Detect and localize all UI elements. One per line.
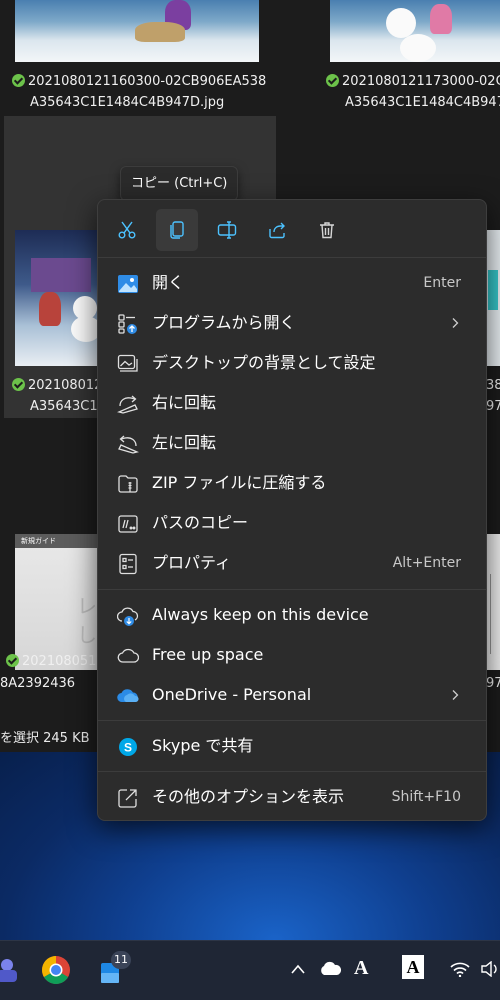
- skype-icon: S: [117, 736, 139, 758]
- chevron-right-icon: [452, 690, 459, 700]
- menu-item-rotate-right[interactable]: 右に回転: [103, 384, 481, 422]
- menu-item-properties[interactable]: プロパティ Alt+Enter: [103, 544, 481, 582]
- context-menu: 開く Enter プログラムから開く デスクトップの背景として設定 右に回転 左…: [97, 199, 487, 821]
- menu-separator: [98, 771, 486, 772]
- notification-badge: 11: [111, 951, 131, 969]
- file-name[interactable]: 38: [486, 652, 500, 671]
- properties-icon: [117, 553, 139, 575]
- sync-check-icon: [12, 378, 25, 391]
- zip-folder-icon: [117, 473, 139, 495]
- menu-item-onedrive[interactable]: OneDrive - Personal: [103, 676, 481, 714]
- speaker-icon[interactable]: [480, 960, 500, 981]
- file-name-line2: A35643C1: [30, 399, 98, 414]
- thumbnail-image[interactable]: [330, 0, 500, 62]
- menu-item-set-background[interactable]: デスクトップの背景として設定: [103, 344, 481, 382]
- share-icon: [269, 222, 285, 239]
- chevron-up-icon[interactable]: [290, 961, 306, 980]
- open-with-icon: [117, 313, 139, 335]
- scissors-icon: [118, 221, 136, 239]
- rename-icon: [217, 221, 237, 239]
- chrome-icon[interactable]: [41, 955, 71, 985]
- file-name[interactable]: 38: [486, 376, 500, 395]
- copy-path-icon: [117, 513, 139, 535]
- onedrive-cloud-icon[interactable]: [318, 961, 342, 981]
- thumbnail-image[interactable]: 新規ガイド レし: [15, 534, 105, 670]
- status-bar-text: を選択 245 KB: [0, 731, 90, 746]
- sync-check-icon: [326, 74, 339, 87]
- more-options-icon: [117, 787, 139, 809]
- delete-button[interactable]: [306, 209, 348, 251]
- rotate-left-icon: [117, 433, 140, 455]
- rotate-right-icon: [116, 393, 139, 415]
- adobe-app-icon[interactable]: A: [402, 955, 424, 979]
- doc-header: 新規ガイド: [15, 534, 105, 548]
- sync-check-icon: [6, 654, 19, 667]
- sync-check-icon: [12, 74, 25, 87]
- onedrive-icon: [117, 685, 139, 707]
- menu-item-copy-path[interactable]: パスのコピー: [103, 504, 481, 542]
- quick-actions-bar: [98, 200, 486, 258]
- cloud-download-icon: [116, 605, 139, 627]
- rename-button[interactable]: [206, 209, 248, 251]
- copy-button[interactable]: [156, 209, 198, 251]
- svg-text:S: S: [124, 741, 132, 755]
- share-button[interactable]: [256, 209, 298, 251]
- cut-button[interactable]: [106, 209, 148, 251]
- menu-item-free-up-space[interactable]: Free up space: [103, 636, 481, 674]
- menu-item-open-with[interactable]: プログラムから開く: [103, 304, 481, 342]
- adobe-font-icon[interactable]: A: [354, 957, 368, 980]
- cloud-outline-icon: [117, 645, 140, 667]
- photos-icon: [117, 273, 139, 295]
- copy-icon: [170, 221, 184, 239]
- file-name-line2: 8A2392436: [0, 676, 76, 691]
- desktop-background-icon: [117, 353, 139, 375]
- menu-separator: [98, 589, 486, 590]
- taskbar: 11 A A: [0, 940, 500, 1000]
- trash-icon: [320, 222, 334, 239]
- menu-item-rotate-left[interactable]: 左に回転: [103, 424, 481, 462]
- teams-icon[interactable]: [0, 955, 22, 985]
- menu-item-compress-zip[interactable]: ZIP ファイルに圧縮する: [103, 464, 481, 502]
- file-name-line2: A35643C1E1484C4B947: [345, 95, 500, 110]
- file-name[interactable]: 202108012116030​0-02CB906EA538: [12, 72, 266, 91]
- menu-item-open[interactable]: 開く Enter: [103, 264, 481, 302]
- file-name[interactable]: 202108051: [6, 652, 96, 671]
- thumbnail-image[interactable]: [486, 230, 500, 366]
- thumbnail-image[interactable]: [15, 0, 259, 62]
- menu-item-share-skype[interactable]: S Skype で共有: [103, 727, 481, 765]
- wifi-icon[interactable]: [450, 961, 470, 981]
- copy-tooltip: コピー (Ctrl+C): [120, 166, 239, 201]
- mail-app-icon[interactable]: 11: [97, 951, 131, 985]
- menu-item-show-more-options[interactable]: その他のオプションを表示 Shift+F10: [103, 778, 481, 816]
- file-name[interactable]: 20210801211730​00-02C: [326, 72, 500, 91]
- menu-separator: [98, 720, 486, 721]
- file-name[interactable]: 202108012: [12, 376, 102, 395]
- file-name-line2: A35643C1E1484C4B947D.jpg: [30, 95, 225, 110]
- file-name-line2: 97.: [486, 676, 500, 691]
- menu-item-always-keep[interactable]: Always keep on this device: [103, 596, 481, 634]
- thumbnail-image[interactable]: [486, 534, 500, 670]
- chevron-right-icon: [452, 318, 459, 328]
- file-name-line2: 97.: [486, 399, 500, 414]
- thumbnail-image[interactable]: [15, 230, 105, 366]
